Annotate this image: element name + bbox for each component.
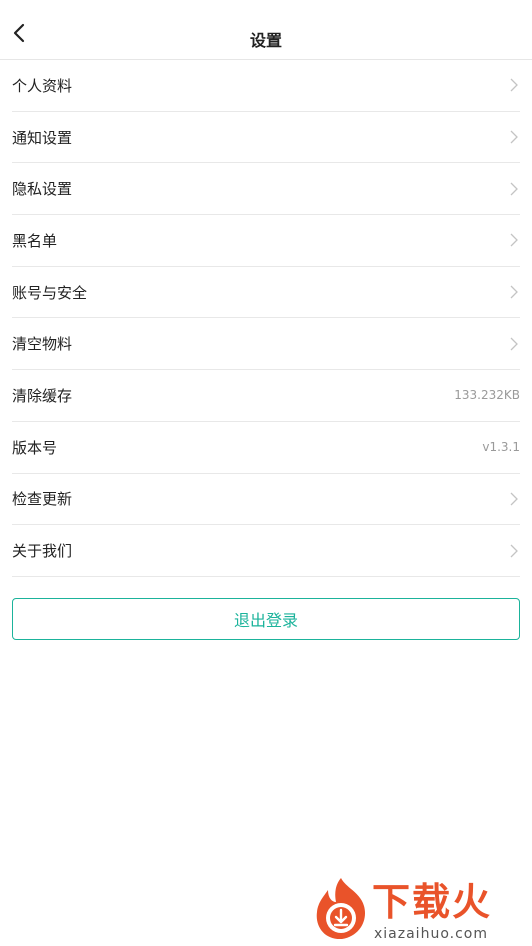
settings-item-clear-cache[interactable]: 清除缓存 133.232KB (12, 370, 520, 422)
settings-item-label: 检查更新 (12, 490, 73, 509)
chevron-right-icon (508, 232, 520, 248)
settings-item-label: 清除缓存 (12, 386, 73, 405)
watermark-name: 下载火 (372, 880, 493, 924)
settings-item-clear-materials[interactable]: 清空物料 (12, 318, 520, 371)
logout-container: 退出登录 (12, 597, 520, 640)
settings-item-privacy[interactable]: 隐私设置 (12, 163, 520, 216)
settings-item-version: 版本号 v1.3.1 (12, 422, 520, 474)
settings-item-label: 关于我们 (12, 542, 73, 561)
logout-button[interactable]: 退出登录 (12, 597, 520, 640)
settings-item-label: 版本号 (12, 438, 58, 457)
settings-item-label: 隐私设置 (12, 180, 73, 199)
settings-item-label: 账号与安全 (12, 283, 88, 302)
settings-item-notifications[interactable]: 通知设置 (12, 112, 520, 164)
settings-item-label: 清空物料 (12, 335, 73, 354)
chevron-right-icon (508, 77, 520, 93)
settings-item-check-update[interactable]: 检查更新 (12, 474, 520, 526)
watermark-logo: 下载火 xiazaihuo.com (310, 876, 526, 944)
page-title: 设置 (249, 31, 282, 50)
settings-item-about-us[interactable]: 关于我们 (12, 525, 520, 577)
settings-item-profile[interactable]: 个人资料 (12, 60, 520, 112)
settings-list: 个人资料 通知设置 隐私设置 黑名单 账号与安全 清空物料 清除缓存 133.2… (12, 60, 520, 577)
chevron-right-icon (508, 491, 520, 507)
version-value: v1.3.1 (482, 440, 520, 455)
settings-item-label: 黑名单 (12, 231, 58, 250)
chevron-right-icon (508, 284, 520, 300)
watermark-url: xiazaihuo.com (374, 926, 488, 942)
settings-item-label: 通知设置 (12, 128, 73, 147)
settings-item-label: 个人资料 (12, 76, 73, 95)
settings-page: 设置 个人资料 通知设置 隐私设置 黑名单 账号与安全 清空物料 清除缓存 13… (0, 0, 532, 946)
chevron-right-icon (508, 336, 520, 352)
chevron-right-icon (508, 129, 520, 145)
flame-logo-icon (316, 878, 366, 940)
cache-size-value: 133.232KB (454, 388, 520, 403)
chevron-right-icon (508, 543, 520, 559)
header: 设置 (0, 0, 532, 60)
chevron-right-icon (508, 181, 520, 197)
settings-item-account-security[interactable]: 账号与安全 (12, 267, 520, 319)
settings-item-blacklist[interactable]: 黑名单 (12, 215, 520, 267)
